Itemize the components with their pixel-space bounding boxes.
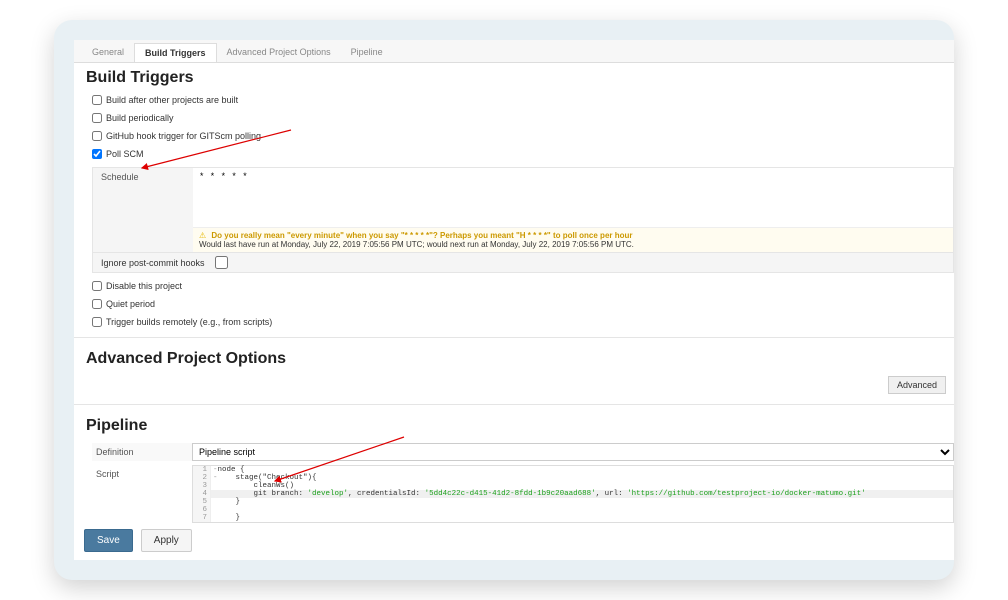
apply-button[interactable]: Apply: [141, 529, 192, 552]
build-triggers-title: Build Triggers: [74, 63, 954, 91]
schedule-label: Schedule: [93, 168, 193, 252]
trigger-remote-label: Trigger builds remotely (e.g., from scri…: [106, 315, 272, 329]
schedule-warning: ⚠ Do you really mean "every minute" when…: [193, 227, 953, 252]
tab-build-triggers[interactable]: Build Triggers: [134, 43, 217, 62]
disable-project-label: Disable this project: [106, 279, 182, 293]
disable-project-checkbox[interactable]: [92, 281, 102, 291]
browser-frame: General Build Triggers Advanced Project …: [54, 20, 954, 580]
tab-general[interactable]: General: [82, 43, 134, 62]
advanced-button[interactable]: Advanced: [888, 376, 946, 394]
tab-advanced-options[interactable]: Advanced Project Options: [217, 43, 341, 62]
buttons-bar: Save Apply: [84, 529, 192, 552]
ignore-post-commit-row: Ignore post-commit hooks: [92, 253, 954, 273]
advanced-title: Advanced Project Options: [74, 344, 954, 372]
trigger-remote-checkbox[interactable]: [92, 317, 102, 327]
poll-scm-label: Poll SCM: [106, 147, 144, 161]
script-editor[interactable]: 1-node {2- stage("Checkout"){3 cleanWs()…: [192, 465, 954, 523]
save-button[interactable]: Save: [84, 529, 133, 552]
schedule-block: Schedule ⚠ Do you really mean "every min…: [92, 167, 954, 253]
definition-select[interactable]: Pipeline script: [192, 443, 954, 461]
schedule-textarea[interactable]: [193, 168, 953, 224]
github-hook-checkbox[interactable]: [92, 131, 102, 141]
jenkins-config-page: General Build Triggers Advanced Project …: [74, 40, 954, 560]
warning-icon: ⚠: [199, 231, 206, 240]
quiet-period-checkbox[interactable]: [92, 299, 102, 309]
ignore-post-commit-checkbox[interactable]: [215, 256, 228, 269]
build-after-checkbox[interactable]: [92, 95, 102, 105]
pipeline-title: Pipeline: [74, 411, 954, 439]
github-hook-label: GitHub hook trigger for GITScm polling: [106, 129, 261, 143]
tab-pipeline[interactable]: Pipeline: [341, 43, 393, 62]
build-periodically-checkbox[interactable]: [92, 113, 102, 123]
warning-text: Do you really mean "every minute" when y…: [211, 231, 632, 240]
definition-label: Definition: [92, 443, 192, 461]
script-label: Script: [92, 465, 192, 523]
build-after-label: Build after other projects are built: [106, 93, 238, 107]
quiet-period-label: Quiet period: [106, 297, 155, 311]
ignore-post-commit-label: Ignore post-commit hooks: [101, 258, 205, 268]
build-periodically-label: Build periodically: [106, 111, 174, 125]
warning-last-run: Would last have run at Monday, July 22, …: [199, 240, 634, 249]
config-tabs: General Build Triggers Advanced Project …: [74, 40, 954, 63]
poll-scm-checkbox[interactable]: [92, 149, 102, 159]
